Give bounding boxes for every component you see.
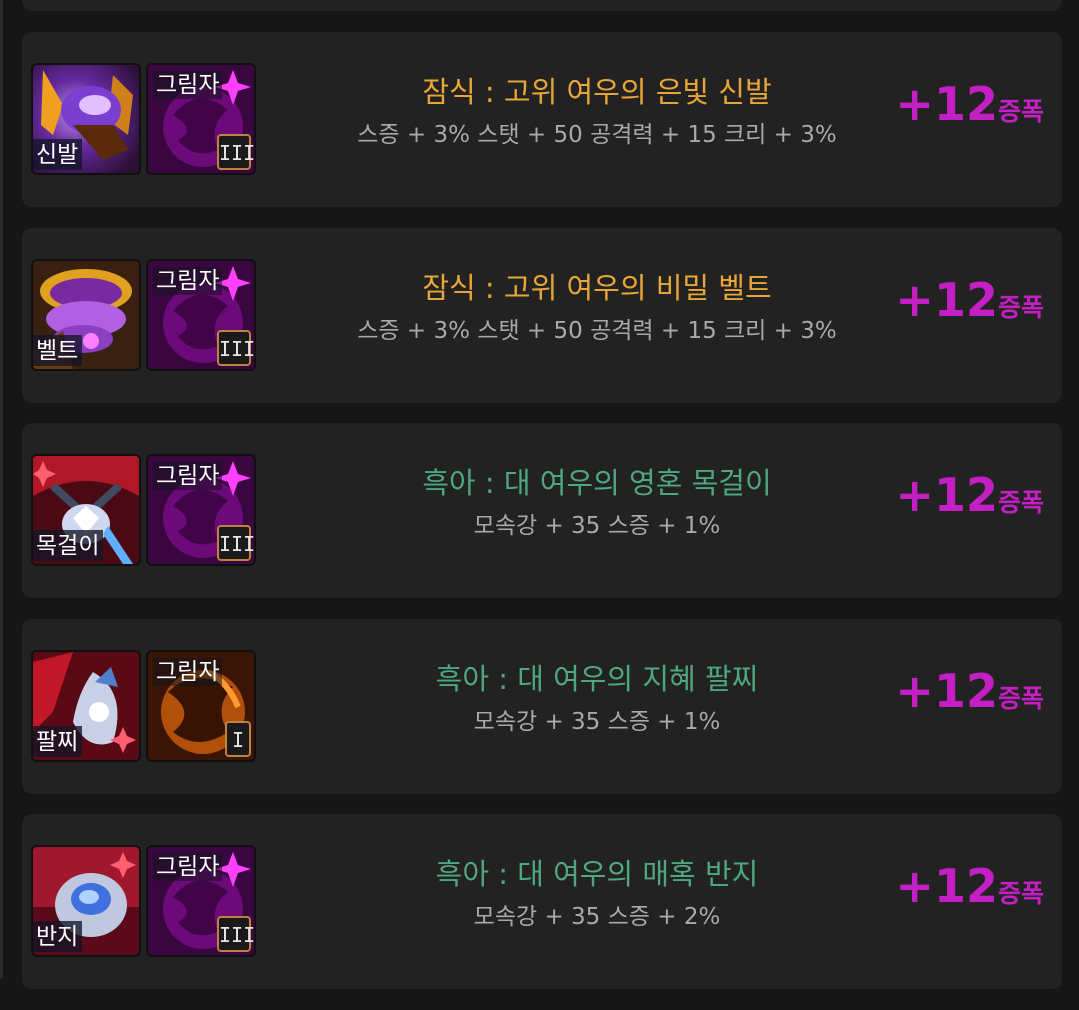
shadow-label: 그림자 — [153, 853, 223, 881]
equipment-card-ring[interactable]: 반지 그림자 III 흑아 : 대 여우의 매혹 반지 모속강 + 35 스증 … — [22, 814, 1062, 989]
item-title: 흑아 : 대 여우의 매혹 반지 — [435, 857, 759, 891]
shadow-label: 그림자 — [153, 266, 223, 295]
amplification: +12증폭 — [895, 76, 1044, 132]
amp-value: +12 — [895, 468, 998, 522]
amp-value: +12 — [895, 859, 998, 913]
shadow-emblem-icon[interactable]: 그림자 III — [148, 456, 254, 564]
shadow-emblem-icon[interactable]: 그림자 III — [148, 65, 254, 173]
item-stats: 모속강 + 35 스증 + 1% — [473, 708, 721, 735]
slot-label: 목걸이 — [33, 530, 104, 561]
bracelet-icon[interactable]: 팔찌 — [33, 651, 139, 760]
amplification: +12증폭 — [895, 272, 1044, 328]
item-title: 흑아 : 대 여우의 영혼 목걸이 — [422, 466, 772, 500]
equipment-card-necklace[interactable]: 목걸이 그림자 III 흑아 : 대 여우의 영혼 목걸이 모속강 + 35 스… — [22, 423, 1062, 598]
slot-label: 신발 — [33, 139, 83, 170]
belt-icon[interactable]: 벨트 — [33, 260, 139, 369]
shadow-emblem-icon[interactable]: 그림자 III — [148, 847, 254, 955]
grade-badge: III — [217, 134, 254, 170]
grade-badge: III — [217, 329, 254, 366]
slot-label: 벨트 — [33, 334, 83, 366]
amplification: +12증폭 — [895, 663, 1044, 719]
amplification: +12증폭 — [895, 858, 1044, 914]
equipment-list: 신발 그림자 III 잠식 : 고위 여우의 은빛 신발 스증 + 3% 스탯 … — [22, 32, 1062, 1010]
shadow-emblem-orange-icon[interactable]: 그림자 I — [148, 651, 254, 760]
grade-badge: III — [217, 525, 254, 561]
amp-unit: 증폭 — [997, 97, 1044, 126]
amplification: +12증폭 — [895, 467, 1044, 523]
shadow-label: 그림자 — [153, 71, 223, 99]
amp-unit: 증폭 — [997, 292, 1044, 322]
necklace-icon[interactable]: 목걸이 — [33, 456, 139, 564]
shadow-label: 그림자 — [153, 657, 223, 686]
slot-label: 반지 — [33, 921, 83, 952]
ring-icon[interactable]: 반지 — [33, 847, 139, 955]
equipment-card-belt[interactable]: 벨트 그림자 III 잠식 : 고위 여우의 비밀 벨트 스증 + 3% 스탯 … — [22, 227, 1062, 403]
equipment-card-bracelet[interactable]: 팔찌 그림자 I 흑아 : 대 여우의 지혜 팔찌 모속강 + 35 스증 + … — [22, 618, 1062, 794]
amp-value: +12 — [895, 272, 998, 327]
amp-value: +12 — [895, 77, 998, 131]
grade-badge: I — [225, 720, 251, 757]
item-stats: 모속강 + 35 스증 + 1% — [473, 513, 721, 539]
item-title: 흑아 : 대 여우의 지혜 팔찌 — [435, 661, 759, 696]
amp-unit: 증폭 — [997, 488, 1044, 517]
equipment-card-shoes[interactable]: 신발 그림자 III 잠식 : 고위 여우의 은빛 신발 스증 + 3% 스탯 … — [22, 32, 1062, 207]
amp-unit: 증폭 — [997, 879, 1044, 908]
previous-item-card[interactable] — [22, 0, 1062, 11]
shadow-emblem-icon[interactable]: 그림자 III — [148, 260, 254, 369]
item-title: 잠식 : 고위 여우의 은빛 신발 — [422, 75, 772, 109]
amp-unit: 증폭 — [997, 683, 1044, 713]
item-stats: 모속강 + 35 스증 + 2% — [473, 904, 721, 930]
item-stats: 스증 + 3% 스탯 + 50 공격력 + 15 크리 + 3% — [357, 317, 837, 344]
item-title: 잠식 : 고위 여우의 비밀 벨트 — [422, 270, 772, 305]
item-stats: 스증 + 3% 스탯 + 50 공격력 + 15 크리 + 3% — [357, 122, 837, 148]
shadow-label: 그림자 — [153, 462, 223, 490]
slot-label: 팔찌 — [33, 725, 83, 757]
amp-value: +12 — [895, 663, 998, 718]
grade-badge: III — [217, 916, 254, 952]
shoes-icon[interactable]: 신발 — [33, 65, 139, 173]
page-left-border — [0, 0, 3, 979]
